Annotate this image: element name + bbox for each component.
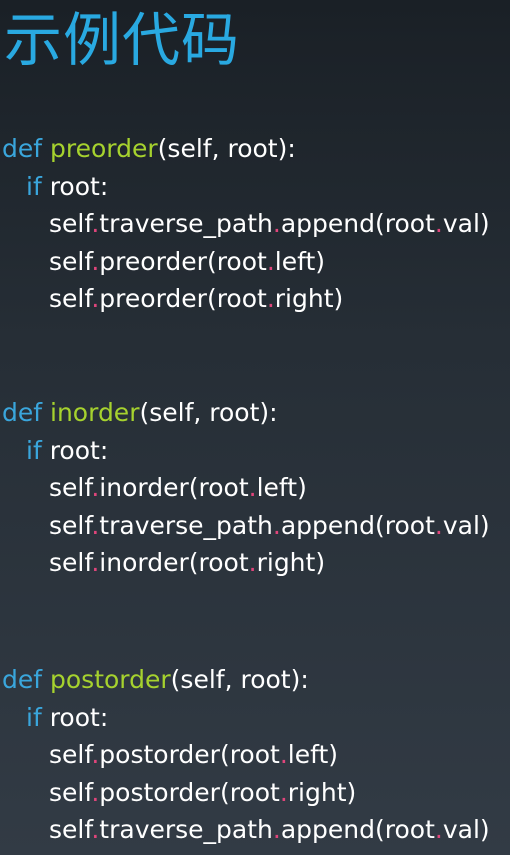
code-line-body: self.postorder(root.left) xyxy=(2,736,490,774)
code-line-body: self.preorder(root.left) xyxy=(2,243,490,281)
code-line-if: if root: xyxy=(2,699,490,737)
code-token: self xyxy=(49,510,92,540)
code-dot: . xyxy=(279,740,288,769)
code-token: postorder(root xyxy=(99,740,280,769)
code-line-def: def inorder(self, root): xyxy=(2,394,490,432)
code-line-if: if root: xyxy=(2,168,490,206)
function-params: (self, root): xyxy=(139,398,278,427)
keyword-if: if xyxy=(26,171,42,201)
code-token: val) xyxy=(442,815,490,844)
page-title: 示例代码 xyxy=(4,6,241,74)
code-token: self xyxy=(49,815,92,844)
code-dot: . xyxy=(434,209,443,238)
code-token: val) xyxy=(442,510,490,540)
code-dot: . xyxy=(434,510,443,540)
code-line-if: if root: xyxy=(2,432,490,470)
code-line-def: def preorder(self, root): xyxy=(2,130,490,168)
code-dot: . xyxy=(434,815,443,844)
code-block-preorder: def preorder(self, root): if root: self.… xyxy=(2,130,490,318)
code-token: left) xyxy=(256,473,307,502)
code-line-body: self.traverse_path.append(root.val) xyxy=(2,811,490,849)
if-condition: root: xyxy=(49,702,109,732)
code-block-postorder: def postorder(self, root): if root: self… xyxy=(2,661,490,849)
keyword-def: def xyxy=(2,398,43,427)
code-token: right) xyxy=(274,284,344,313)
code-token: right) xyxy=(256,548,326,577)
code-block-inorder: def inorder(self, root): if root: self.i… xyxy=(2,394,490,582)
function-name: inorder xyxy=(50,398,140,427)
keyword-if: if xyxy=(26,702,42,732)
code-line-body: self.inorder(root.right) xyxy=(2,544,490,582)
code-token: self xyxy=(49,740,92,769)
code-token: preorder(root xyxy=(99,246,267,276)
function-name: postorder xyxy=(50,665,171,694)
code-token: val) xyxy=(442,209,490,238)
code-token: right) xyxy=(287,777,357,807)
code-token: traverse_path xyxy=(99,815,273,844)
keyword-def: def xyxy=(2,665,43,694)
function-name: preorder xyxy=(50,134,158,163)
if-condition: root: xyxy=(49,435,109,465)
code-dot: . xyxy=(248,473,257,502)
code-dot: . xyxy=(266,246,275,276)
code-dot: . xyxy=(266,284,275,313)
keyword-def: def xyxy=(2,134,43,163)
code-token: append(root xyxy=(280,510,435,540)
code-line-body: self.traverse_path.append(root.val) xyxy=(2,205,490,243)
code-token: left) xyxy=(274,246,326,276)
code-line-body: self.preorder(root.right) xyxy=(2,280,490,318)
code-dot: . xyxy=(272,510,281,540)
code-line-def: def postorder(self, root): xyxy=(2,661,490,699)
keyword-if: if xyxy=(26,435,42,465)
code-token: inorder(root xyxy=(99,548,249,577)
code-token: traverse_path xyxy=(99,209,273,238)
code-line-body: self.inorder(root.left) xyxy=(2,469,490,507)
code-line-body: self.traverse_path.append(root.val) xyxy=(2,507,490,545)
function-params: (self, root): xyxy=(157,134,296,163)
if-condition: root: xyxy=(49,171,109,201)
code-token: self xyxy=(49,777,92,807)
code-token: inorder(root xyxy=(99,473,249,502)
code-token: self xyxy=(49,209,92,238)
slide: 示例代码 def preorder(self, root): if root: … xyxy=(0,0,510,855)
code-token: preorder(root xyxy=(99,284,267,313)
code-token: traverse_path xyxy=(99,510,273,540)
code-token: self xyxy=(49,473,92,502)
code-token: self xyxy=(49,284,92,313)
code-dot: . xyxy=(248,548,257,577)
code-dot: . xyxy=(272,815,281,844)
code-dot: . xyxy=(279,777,288,807)
code-token: append(root xyxy=(280,815,435,844)
code-line-body: self.postorder(root.right) xyxy=(2,774,490,812)
code-dot: . xyxy=(272,209,281,238)
code-token: self xyxy=(49,246,92,276)
code-token: postorder(root xyxy=(99,777,280,807)
code-token: self xyxy=(49,548,92,577)
code-token: append(root xyxy=(280,209,435,238)
code-token: left) xyxy=(287,740,339,769)
function-params: (self, root): xyxy=(170,665,309,694)
